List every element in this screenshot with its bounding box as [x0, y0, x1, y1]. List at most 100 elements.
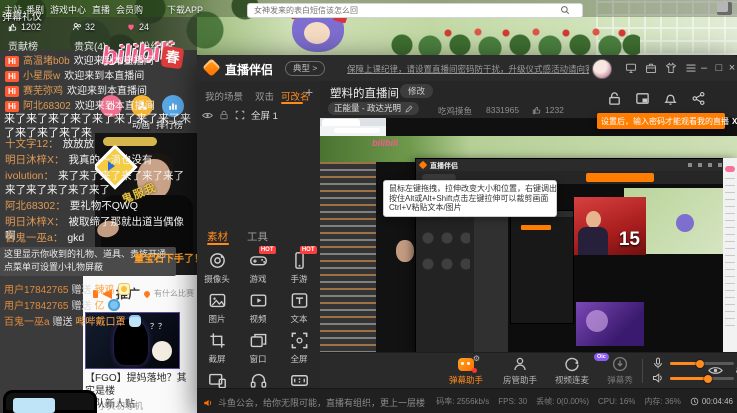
notice-link[interactable]: 保障上课纪律，请设置直播间密码防干扰，升级仪式感活动请向客服报备。 [347, 63, 589, 75]
tv-mascot [3, 390, 97, 413]
chat-message: 百鬼一巫a：gkd [5, 231, 193, 245]
status-bar: 斗鱼公会，给你无限可能，直播有组织，更上一层楼 码率: 2556kb/s FPS… [197, 388, 737, 413]
material-voice[interactable] [238, 371, 278, 388]
heat-count: 1232 [545, 105, 564, 115]
mic-volume-slider[interactable] [670, 362, 734, 365]
welcome-user: 阿北68302 [23, 101, 71, 112]
category-pill[interactable]: 正能量 - 政达光明 [328, 102, 419, 115]
mini-girl-icon [676, 214, 694, 232]
tab-scene-doubleclick[interactable]: 双击 [255, 89, 274, 103]
material-label: 视频 [238, 313, 278, 325]
password-lock-icon[interactable] [607, 91, 622, 106]
tab-tools[interactable]: 工具 [247, 229, 268, 244]
preview-canvas[interactable]: bilibili 直播伴侣 素材 [320, 118, 737, 352]
menu-icon[interactable] [685, 62, 697, 74]
like-count: 1202 [21, 22, 41, 32]
tab-materials[interactable]: 素材 [207, 229, 228, 244]
danmaku-etiquette-label: 弹幕礼仪 [2, 8, 42, 23]
float-window-icon[interactable] [635, 91, 650, 106]
maximize-button[interactable]: □ [712, 61, 726, 75]
material-camera[interactable]: 摄像头 [197, 251, 237, 285]
chat-text: 放放放 [63, 138, 95, 150]
like-stat[interactable]: 1202 [8, 22, 41, 32]
banner-tulips [440, 28, 630, 38]
eye-icon[interactable] [202, 110, 213, 121]
video-icon [249, 291, 268, 310]
skin-icon[interactable] [665, 62, 677, 74]
speaker-volume-slider[interactable] [670, 377, 734, 380]
gift-row: 用户17842765 赠送 亿 [4, 297, 120, 312]
material-fullscreen[interactable]: 全屏 [279, 331, 319, 365]
app-titlebar[interactable]: 直播伴侣 典型 > 保障上课纪律，请设置直播间密码防干扰，升级仪式感活动请向客服… [197, 55, 737, 81]
add-scene-button[interactable]: + [305, 84, 313, 100]
welcome-message: Hi 阿北68302 欢迎来到本直播间 [5, 97, 195, 112]
share-icon[interactable] [691, 91, 706, 106]
search-input[interactable] [247, 3, 583, 18]
hi-badge: Hi [5, 71, 19, 82]
speaker-icon[interactable] [652, 372, 664, 384]
material-video[interactable]: 视频 [238, 291, 278, 325]
minimize-button[interactable]: – [697, 61, 711, 75]
video-link-button[interactable]: Oic 视频连麦 [546, 356, 598, 386]
material-image[interactable]: 图片 [197, 291, 237, 325]
material-text[interactable]: 文本 [279, 291, 319, 325]
material-score[interactable] [279, 371, 319, 388]
password-tooltip[interactable]: 设置后，输入密码才能观看我的直播 X [597, 113, 725, 129]
windows-icon [249, 331, 268, 350]
user-avatar[interactable] [592, 59, 612, 79]
mini-thumbnail-red: 15 [574, 197, 646, 255]
material-window[interactable]: 窗口 [238, 331, 278, 365]
gift-action: 赠送 [72, 281, 92, 296]
thumbnail-question-marks: ？？ [150, 321, 166, 332]
lock-icon[interactable] [219, 110, 229, 120]
nav-item-live[interactable]: 直播 [92, 3, 110, 16]
scene-source-row[interactable]: 全屏 1 [202, 108, 278, 122]
people-icon [72, 22, 82, 32]
material-screenshot[interactable]: 截屏 [197, 331, 237, 365]
mini-url-field [334, 128, 380, 133]
material-cast[interactable] [197, 371, 237, 388]
mini-player-icon[interactable] [625, 62, 637, 74]
nav-item-mall[interactable]: 会员购 [116, 3, 143, 16]
room-id: 8331965 [486, 105, 519, 115]
material-mobile-game[interactable]: HOT 手游 [279, 251, 319, 285]
download-app-link[interactable]: 下载APP [167, 3, 203, 16]
preview-eye-icon[interactable] [708, 363, 723, 378]
tooltip-close-icon[interactable]: X [732, 117, 737, 126]
danmaku-assistant-button[interactable]: ⚙ 弹幕助手 [440, 356, 492, 386]
room-manager-button[interactable]: 房管助手 [494, 356, 546, 386]
scoreboard-icon [290, 371, 309, 388]
welcome-message: Hi高温堵b0b欢迎来到本直播间 [5, 52, 195, 67]
tab-my-scenes[interactable]: 我的场景 [205, 89, 243, 103]
bell-icon[interactable] [663, 91, 678, 106]
heart-icon [126, 22, 136, 32]
search-icon[interactable] [560, 5, 570, 15]
hi-badge: Hi [5, 101, 19, 112]
chat-message: 阿北68302：要礼物不QWQ [5, 199, 193, 213]
tab-contribution[interactable]: 贡献榜 [8, 38, 38, 53]
coin-gift-icon [108, 299, 120, 311]
edit-room-button[interactable]: 修改 [400, 84, 433, 98]
workbench-icon[interactable] [645, 62, 657, 74]
mic-slider-knob[interactable] [696, 360, 704, 368]
video-caption: 董宝石下手了！ [134, 250, 204, 265]
gift-row: 百鬼一巫a 赠送 哔哔戴口罩 [4, 313, 141, 328]
heart-stat[interactable]: 24 [126, 22, 149, 32]
mic-icon[interactable] [652, 357, 664, 369]
materials-tab-underline [207, 243, 229, 245]
nav-item-game-center[interactable]: 游戏中心 [50, 3, 86, 16]
welcome-text: 欢迎来到本直播间 [75, 101, 155, 112]
banner-anime-girl-face [304, 22, 330, 44]
gift-user: 百鬼一巫a [4, 313, 50, 328]
stream-timer: 00:04:46 [690, 397, 733, 406]
welcome-user: 高温堵b0b [23, 56, 70, 67]
mode-switch-button[interactable]: 典型 > [285, 61, 325, 76]
mask-gift-icon [129, 315, 141, 327]
close-button[interactable]: × [725, 61, 737, 75]
material-game[interactable]: HOT 游戏 [238, 251, 278, 285]
mini-thumb-suit [578, 227, 608, 255]
danmaku-show-button[interactable]: 弹幕秀 [594, 356, 646, 386]
crop-icon [208, 331, 227, 350]
mini-follow-button [725, 166, 735, 172]
room-title: 塑料的直播间 [330, 85, 399, 101]
